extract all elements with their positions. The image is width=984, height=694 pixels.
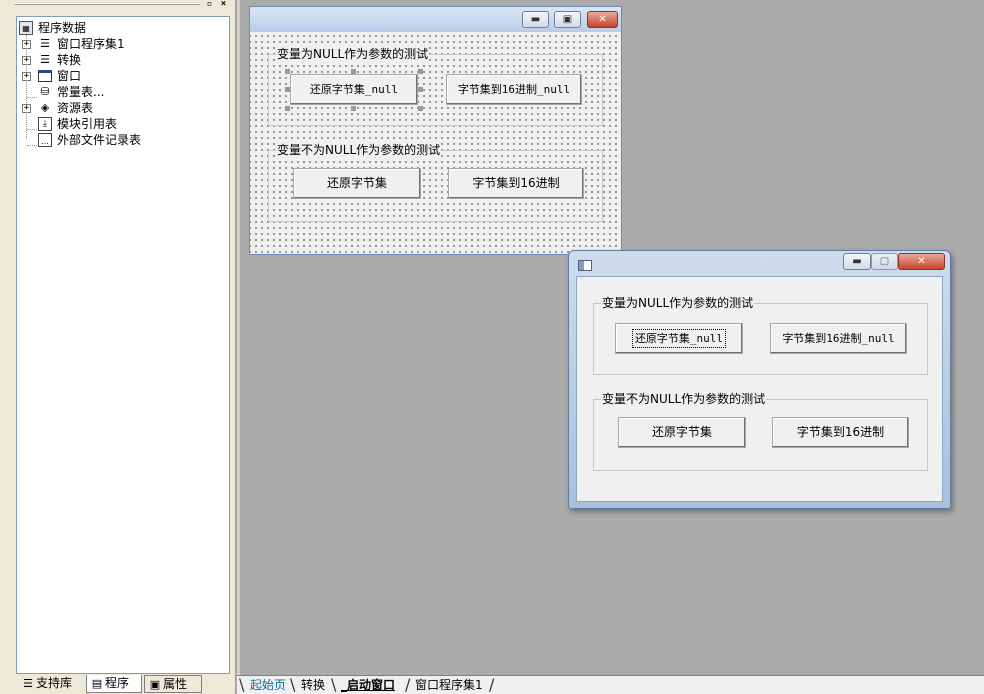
splitter[interactable] xyxy=(237,0,240,675)
selection-handle[interactable] xyxy=(351,69,356,74)
selection-handle[interactable] xyxy=(285,87,290,92)
selection-handle[interactable] xyxy=(285,69,290,74)
selection-handle[interactable] xyxy=(285,106,290,111)
tab-separator: \ xyxy=(290,675,296,694)
window-icon xyxy=(38,70,52,82)
tree-item-resources[interactable]: + ◈ 资源表 xyxy=(17,100,217,116)
restore-null-button[interactable]: 还原字节集_null xyxy=(615,323,743,354)
resources-icon: ◈ xyxy=(40,101,50,114)
tab-window-assembly1[interactable]: 窗口程序集1 xyxy=(415,678,483,694)
group-null-title: 变量为NULL作为参数的测试 xyxy=(601,295,755,311)
tree-item-module-refs[interactable]: ⤓ 模块引用表 xyxy=(17,116,217,132)
restore-button[interactable]: 还原字节集 xyxy=(618,417,746,448)
constants-icon: ⛁ xyxy=(40,85,50,98)
hex-null-button[interactable]: 字节集到16进制_null xyxy=(446,74,582,105)
expand-icon[interactable]: + xyxy=(22,56,31,65)
app-icon xyxy=(578,260,592,271)
hex-null-button[interactable]: 字节集到16进制_null xyxy=(770,323,907,354)
tab-startup-window[interactable]: _启动窗口 xyxy=(341,678,395,694)
project-panel: ▫ × ▦ 程序数据 + ☰ 窗口程序集1 + ☰ 转换 + 窗口 ⛁ 常量表.… xyxy=(0,0,236,694)
selection-handle[interactable] xyxy=(418,87,423,92)
tab-separator: \ xyxy=(331,675,337,694)
design-form[interactable]: ▬ ▣ ✕ 变量为NULL作为参数的测试 还原字节集_null 字节集到16进制… xyxy=(249,6,622,255)
panel-grip[interactable] xyxy=(14,3,200,5)
selection-handle[interactable] xyxy=(418,69,423,74)
minimize-button[interactable]: ▬ xyxy=(843,253,871,270)
restore-null-button[interactable]: 还原字节集_null xyxy=(290,74,418,105)
expand-icon[interactable]: + xyxy=(22,72,31,81)
selection-handle[interactable] xyxy=(418,106,423,111)
properties-icon: ▣ xyxy=(149,678,161,691)
tree-item-constants[interactable]: ⛁ 常量表... xyxy=(17,84,217,100)
tab-convert[interactable]: 转换 xyxy=(301,678,325,694)
group-not-null-title: 变量不为NULL作为参数的测试 xyxy=(276,142,442,158)
tab-properties[interactable]: ▣ 属性 xyxy=(144,675,202,693)
group-null-title: 变量为NULL作为参数的测试 xyxy=(276,46,430,62)
expand-icon[interactable]: + xyxy=(22,40,31,49)
module-ref-icon: ⤓ xyxy=(38,117,52,131)
preview-window[interactable]: ▬ ▢ ✕ 变量为NULL作为参数的测试 还原字节集_null 字节集到16进制… xyxy=(568,250,951,509)
program-data-icon: ▦ xyxy=(19,21,33,35)
tab-separator: \ xyxy=(239,675,245,694)
close-button[interactable]: ✕ xyxy=(898,253,945,270)
library-icon: ☰ xyxy=(23,677,33,690)
panel-tabs: ☰ 支持库 ▤ 程序 ▣ 属性 xyxy=(16,675,230,694)
tree-item-window[interactable]: + 窗口 xyxy=(17,68,217,84)
hex-button[interactable]: 字节集到16进制 xyxy=(772,417,909,448)
assembly-icon: ☰ xyxy=(40,37,50,50)
tree-item-assembly1[interactable]: + ☰ 窗口程序集1 xyxy=(17,36,217,52)
group-not-null-title: 变量不为NULL作为参数的测试 xyxy=(601,391,767,407)
close-icon[interactable]: × xyxy=(218,0,229,10)
minimize-button[interactable]: ▬ xyxy=(522,11,549,28)
tab-separator: / xyxy=(405,675,411,694)
tab-start-page[interactable]: 起始页 xyxy=(250,678,286,694)
restore-button[interactable]: 还原字节集 xyxy=(293,168,421,199)
preview-client-area: 变量为NULL作为参数的测试 还原字节集_null 字节集到16进制_null … xyxy=(576,276,943,502)
project-tree[interactable]: ▦ 程序数据 + ☰ 窗口程序集1 + ☰ 转换 + 窗口 ⛁ 常量表... + xyxy=(16,16,230,674)
program-icon: ▤ xyxy=(91,677,103,690)
form-titlebar[interactable]: ▬ ▣ ✕ xyxy=(250,7,621,32)
external-files-icon: … xyxy=(38,133,52,147)
tab-program[interactable]: ▤ 程序 xyxy=(86,675,142,693)
panel-header: ▫ × xyxy=(0,0,236,12)
tab-separator: / xyxy=(489,675,495,694)
hex-button[interactable]: 字节集到16进制 xyxy=(448,168,584,199)
tree-item-program-data[interactable]: ▦ 程序数据 xyxy=(17,20,217,36)
tab-library[interactable]: ☰ 支持库 xyxy=(18,675,84,693)
tree-item-convert[interactable]: + ☰ 转换 xyxy=(17,52,217,68)
expand-icon[interactable]: + xyxy=(22,104,31,113)
document-tabs: \ 起始页 \ 转换 \ _启动窗口 / 窗口程序集1 / xyxy=(237,675,984,694)
pin-icon[interactable]: ▫ xyxy=(204,0,215,10)
close-button[interactable]: ✕ xyxy=(587,11,618,28)
maximize-button[interactable]: ▣ xyxy=(554,11,581,28)
tree-item-external-files[interactable]: … 外部文件记录表 xyxy=(17,132,217,148)
assembly-icon: ☰ xyxy=(40,53,50,66)
selection-handle[interactable] xyxy=(351,106,356,111)
maximize-button[interactable]: ▢ xyxy=(871,253,898,270)
